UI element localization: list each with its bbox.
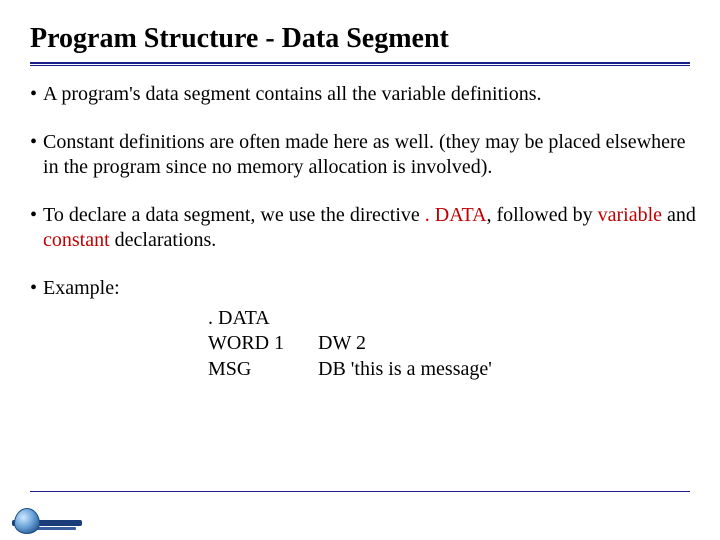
bullet-item: • Constant definitions are often made he…	[30, 130, 700, 181]
bullet-item: • Example:	[30, 276, 700, 302]
code-cell: WORD 1	[208, 331, 318, 357]
text-run: declarations.	[110, 229, 217, 251]
bullet-marker: •	[30, 276, 43, 302]
footer-logo	[12, 506, 82, 534]
slide-body: • A program's data segment contains all …	[30, 82, 700, 382]
bullet-text: Constant definitions are often made here…	[43, 130, 700, 181]
code-line: WORD 1DW 2	[208, 331, 700, 357]
text-run: , followed by	[487, 204, 598, 226]
text-run-highlight: . DATA	[425, 204, 487, 226]
bullet-item: • To declare a data segment, we use the …	[30, 203, 700, 254]
bullet-item: • A program's data segment contains all …	[30, 82, 700, 108]
bullet-marker: •	[30, 203, 43, 254]
code-cell: . DATA	[208, 307, 270, 329]
text-run: Constant definitions are often made here…	[43, 131, 686, 179]
bullet-text: A program's data segment contains all th…	[43, 82, 700, 108]
bullet-marker: •	[30, 82, 43, 108]
code-cell: MSG	[208, 357, 318, 383]
code-example: . DATA WORD 1DW 2 MSGDB 'this is a messa…	[208, 306, 700, 383]
title-underline	[30, 62, 690, 66]
slide: Program Structure - Data Segment • A pro…	[0, 0, 720, 540]
code-cell: DB 'this is a message'	[318, 358, 492, 380]
bullet-text: Example:	[43, 276, 700, 302]
text-run-highlight: constant	[43, 229, 110, 251]
code-line: MSGDB 'this is a message'	[208, 357, 700, 383]
globe-icon	[14, 508, 40, 534]
footer-rule	[30, 491, 690, 492]
text-run: and	[662, 204, 696, 226]
slide-title: Program Structure - Data Segment	[30, 24, 449, 55]
text-run: To declare a data segment, we use the di…	[43, 204, 425, 226]
text-run-highlight: variable	[598, 204, 662, 226]
text-run: Example:	[43, 277, 120, 299]
bullet-text: To declare a data segment, we use the di…	[43, 203, 700, 254]
code-line: . DATA	[208, 306, 700, 332]
code-cell: DW 2	[318, 332, 366, 354]
text-run: A program's data segment contains all th…	[43, 83, 541, 105]
bullet-marker: •	[30, 130, 43, 181]
